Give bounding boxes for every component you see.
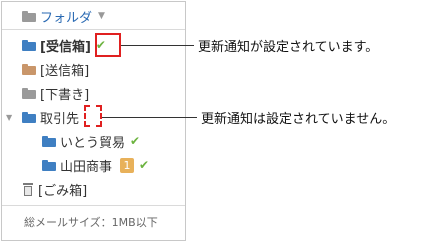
callout-text-disabled: 更新通知は設定されていません。 [201,112,396,127]
folder-label-inbox: [受信箱] [40,39,91,55]
unread-count-badge: 1 [120,157,135,173]
folder-item-trash[interactable]: [ごみ箱] [22,179,87,199]
folder-menu-header[interactable]: フォルダ ▼ [22,6,105,26]
folder-label-trash: [ごみ箱] [38,183,88,199]
notification-check-icon: ✔ [139,158,150,172]
callout-text-enabled: 更新通知が設定されています。 [198,40,379,55]
folder-item-clients[interactable]: ▼ 取引先 [6,107,79,127]
folder-item-client-2[interactable]: 山田商事 1 ✔ [42,155,149,175]
folder-item-client-1[interactable]: いとう貿易 ✔ [42,131,140,151]
folder-label-client-2: 山田商事 [60,159,113,175]
folder-icon [22,63,36,75]
folder-icon [22,10,36,22]
folder-label-sent: [送信箱] [40,63,90,79]
folder-item-drafts[interactable]: [下書き] [22,83,89,103]
footer-divider [2,205,185,206]
highlight-box-disabled [84,105,102,127]
folder-label-client-1: いとう貿易 [60,135,126,151]
highlight-box-enabled [95,33,121,57]
callout-line-disabled [102,117,197,118]
folder-item-inbox[interactable]: [受信箱] ✔ [22,35,106,55]
folder-icon [42,135,56,147]
total-mail-size: 総メールサイズ：1MB以下 [24,216,158,229]
trash-icon [22,182,34,196]
folder-icon [22,111,36,123]
chevron-down-icon[interactable]: ▼ [98,11,105,21]
expand-triangle-icon[interactable]: ▼ [6,113,16,122]
notification-check-icon: ✔ [130,134,141,148]
folder-icon [22,39,36,51]
callout-line-enabled [121,45,194,46]
folder-icon [42,159,56,171]
header-divider [2,29,185,30]
folder-label-drafts: [下書き] [40,87,90,103]
folder-label-clients: 取引先 [40,111,80,127]
folder-header-label: フォルダ [40,10,93,26]
folder-item-sent[interactable]: [送信箱] [22,59,89,79]
folder-icon [22,87,36,99]
